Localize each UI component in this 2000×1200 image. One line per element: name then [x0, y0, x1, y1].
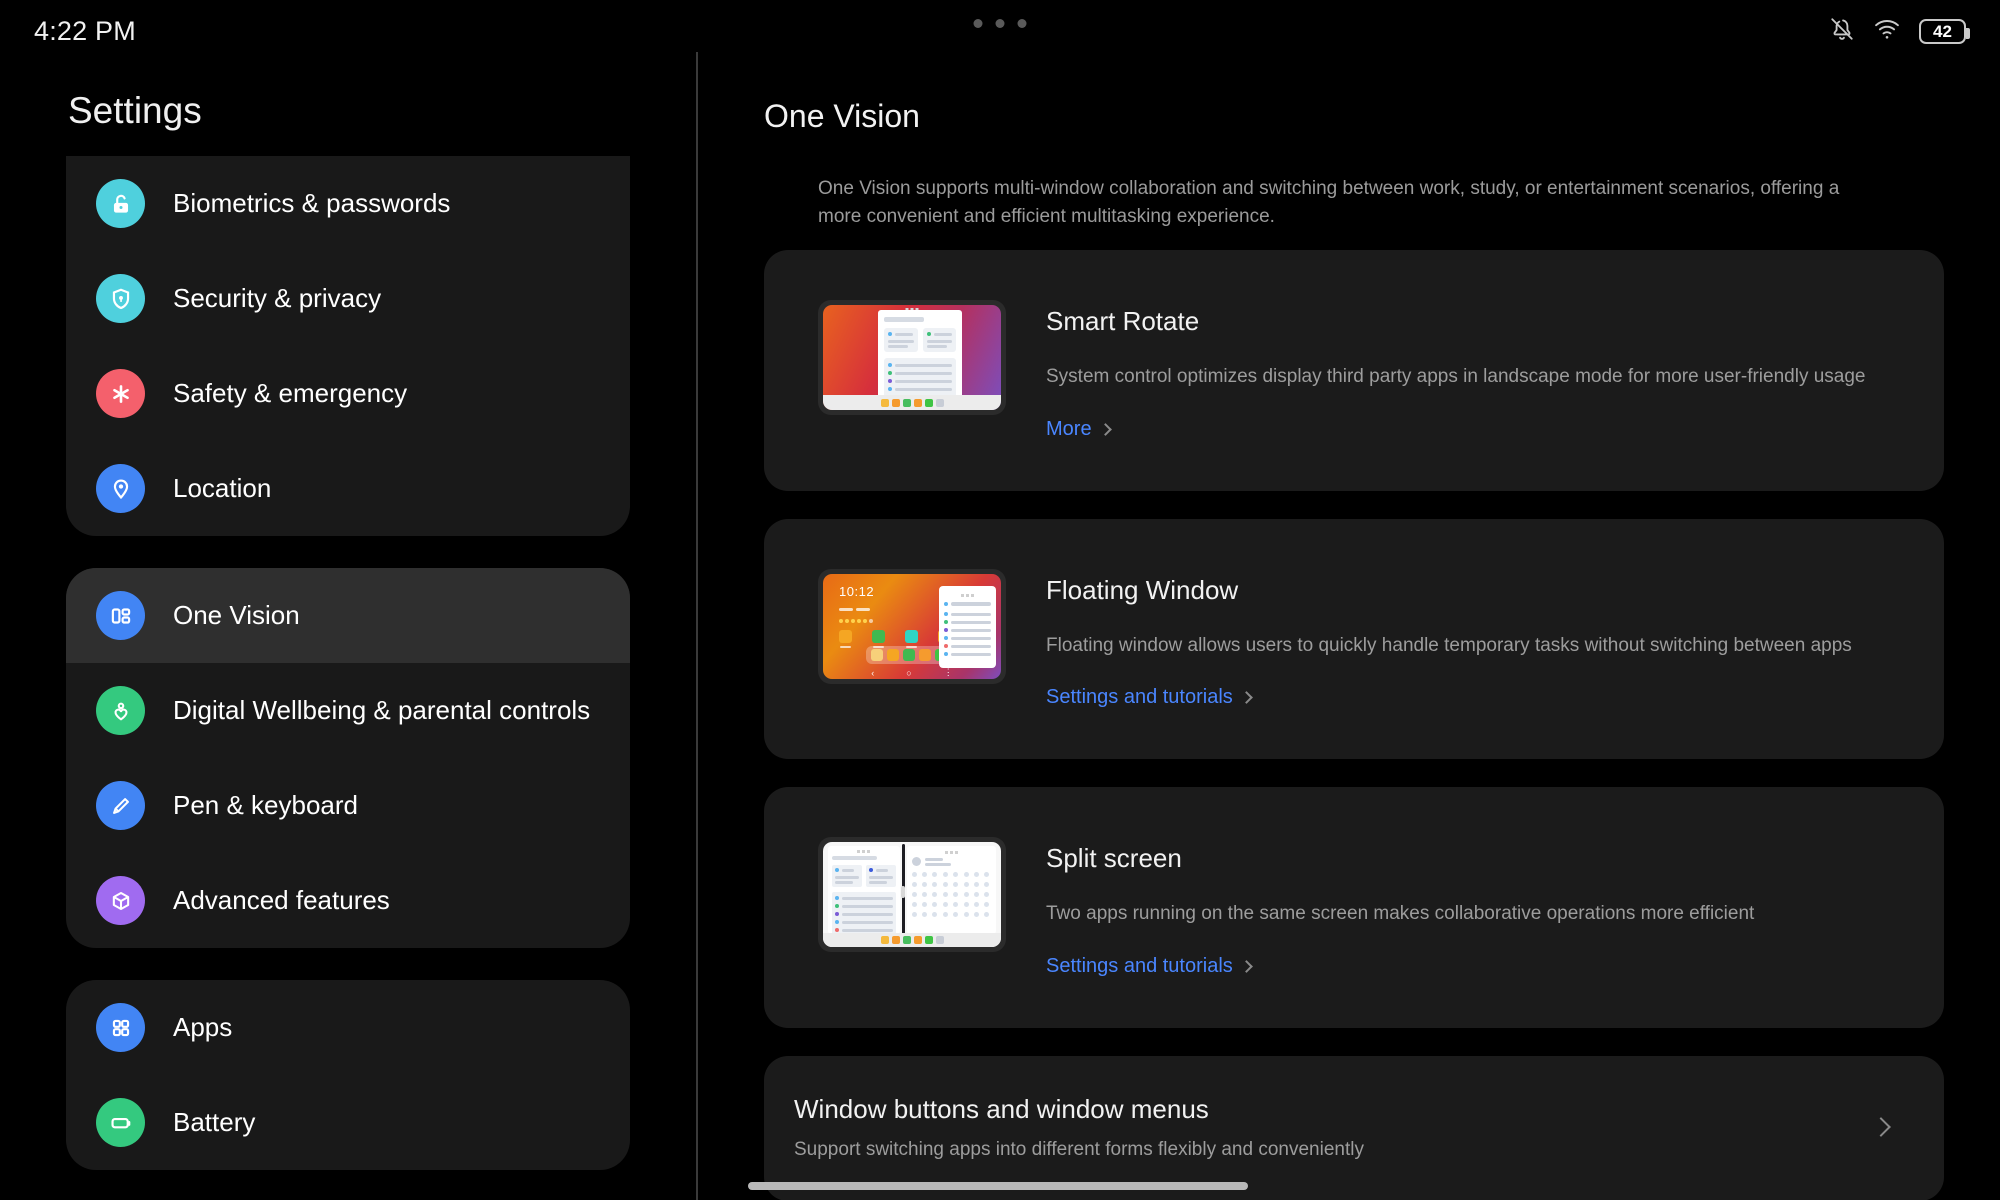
notifications-off-icon	[1829, 16, 1855, 47]
card-description: System control optimizes display third p…	[1046, 366, 1866, 388]
home-icon: ○	[906, 667, 912, 678]
smart-rotate-more-link[interactable]: More	[1046, 417, 1112, 441]
thumbnail-clock: 10:12	[839, 584, 875, 600]
link-label: Settings and tutorials	[1046, 954, 1233, 977]
system-nav-bar: ‹ ○ ⋮	[823, 667, 1001, 679]
asterisk-icon	[96, 369, 145, 418]
split-screen-settings-link[interactable]: Settings and tutorials	[1046, 954, 1253, 978]
sidebar-item-apps[interactable]: Apps	[66, 980, 630, 1075]
status-bar-icons: 42	[1829, 16, 1970, 47]
floating-window-thumbnail: 10:12 ‹ ○ ⋮	[818, 568, 1006, 684]
sidebar-group-security: Biometrics & passwords Security & privac…	[66, 156, 630, 536]
detail-title: One Vision	[764, 98, 920, 134]
status-bar-time: 4:22 PM	[34, 15, 136, 46]
recents-icon: ⋮	[943, 667, 953, 678]
pencil-icon	[96, 781, 145, 830]
settings-sidebar: Settings Biometrics & passwords Security…	[0, 62, 696, 1200]
sidebar-item-label: Location	[173, 472, 272, 503]
link-label: Settings and tutorials	[1046, 686, 1233, 709]
chevron-right-icon	[1098, 422, 1112, 436]
sidebar-item-label: Security & privacy	[173, 282, 382, 313]
dot	[995, 19, 1005, 28]
sidebar-group-system: Apps Battery	[66, 980, 630, 1170]
multiwindow-icon	[96, 591, 145, 640]
sidebar-item-label: Advanced features	[173, 884, 390, 915]
sidebar-item-pen-keyboard[interactable]: Pen & keyboard	[66, 758, 630, 853]
link-label: More	[1046, 417, 1092, 440]
sidebar-item-battery[interactable]: Battery	[66, 1075, 630, 1170]
sidebar-item-security-privacy[interactable]: Security & privacy	[66, 251, 630, 346]
sidebar-item-label: Digital Wellbeing & parental controls	[173, 694, 591, 725]
one-vision-detail-pane: One Vision One Vision supports multi-win…	[698, 62, 2000, 1200]
dot	[1017, 19, 1027, 28]
card-title: Split screen	[1046, 843, 1182, 874]
pin-icon	[96, 464, 145, 513]
apps-grid-icon	[96, 1003, 145, 1052]
sidebar-item-label: Pen & keyboard	[173, 789, 359, 820]
sidebar-item-biometrics-passwords[interactable]: Biometrics & passwords	[66, 156, 630, 251]
row-window-buttons-and-menus[interactable]: Window buttons and window menus Support …	[764, 1055, 1944, 1200]
sidebar-item-location[interactable]: Location	[66, 441, 630, 536]
battery-icon	[96, 1098, 145, 1147]
chevron-right-icon	[1871, 1117, 1891, 1137]
dot	[973, 19, 983, 28]
row-title: Window buttons and window menus	[794, 1093, 1209, 1124]
card-floating-window[interactable]: 10:12 ‹ ○ ⋮ Floating Window Floating win…	[764, 518, 1944, 760]
sidebar-item-label: Apps	[173, 1011, 233, 1042]
status-bar: 4:22 PM 42	[0, 0, 2000, 62]
horizontal-scrollbar[interactable]	[748, 1182, 1248, 1190]
row-description: Support switching apps into different fo…	[794, 1138, 1364, 1160]
sidebar-item-advanced-features[interactable]: Advanced features	[66, 853, 630, 948]
battery-icon: 42	[1919, 18, 1970, 44]
card-title: Smart Rotate	[1046, 306, 1200, 337]
sidebar-item-label: Safety & emergency	[173, 377, 408, 408]
card-title: Floating Window	[1046, 574, 1239, 605]
back-icon: ‹	[871, 667, 875, 678]
sidebar-item-one-vision[interactable]: One Vision	[66, 568, 630, 663]
battery-level: 42	[1933, 21, 1952, 41]
sidebar-item-label: Biometrics & passwords	[173, 187, 451, 218]
card-split-screen[interactable]: Split screen Two apps running on the sam…	[764, 787, 1944, 1028]
sidebar-item-label: One Vision	[173, 599, 300, 630]
sidebar-item-digital-wellbeing[interactable]: Digital Wellbeing & parental controls	[66, 663, 630, 758]
page-title: Settings	[68, 90, 202, 131]
sidebar-item-safety-emergency[interactable]: Safety & emergency	[66, 346, 630, 441]
card-description: Floating window allows users to quickly …	[1046, 634, 1852, 656]
window-handle-dots[interactable]	[973, 19, 1027, 28]
wifi-icon	[1873, 17, 1901, 46]
chevron-right-icon	[1239, 959, 1253, 973]
chevron-right-icon	[1239, 691, 1253, 704]
sidebar-group-features: One Vision Digital Wellbeing & parental …	[66, 568, 630, 948]
sidebar-item-label: Battery	[173, 1106, 256, 1137]
card-description: Two apps running on the same screen make…	[1046, 903, 1755, 925]
wellbeing-icon	[96, 686, 145, 735]
detail-description: One Vision supports multi-window collabo…	[818, 178, 1840, 227]
floating-window-settings-link[interactable]: Settings and tutorials	[1046, 686, 1253, 709]
split-screen-thumbnail	[818, 837, 1006, 953]
smart-rotate-thumbnail	[818, 300, 1006, 416]
cube-icon	[96, 876, 145, 925]
shield-icon	[96, 274, 145, 323]
lock-icon	[96, 179, 145, 228]
card-smart-rotate[interactable]: Smart Rotate System control optimizes di…	[764, 250, 1944, 491]
